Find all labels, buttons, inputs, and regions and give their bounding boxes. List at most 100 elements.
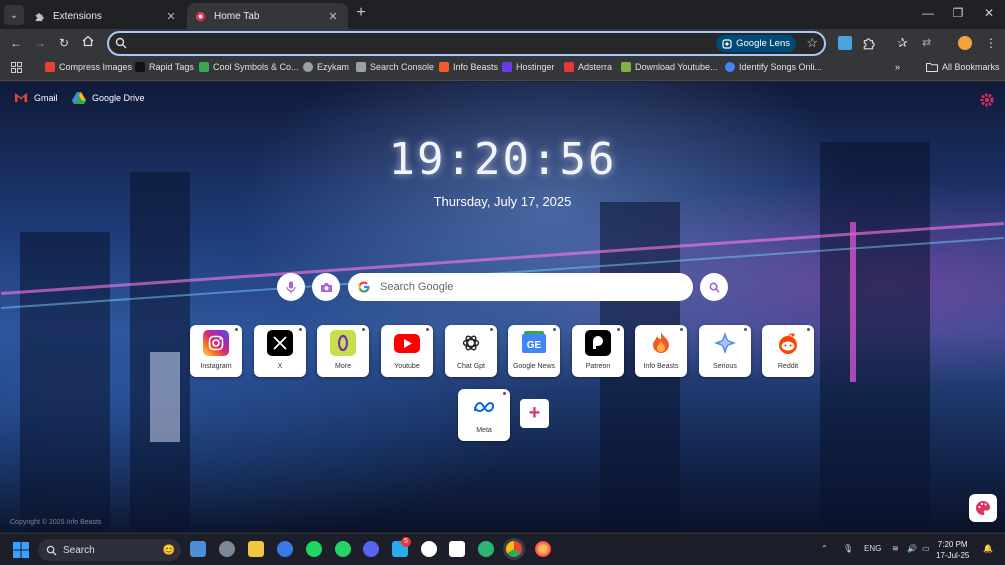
file-explorer-icon[interactable] (248, 541, 264, 557)
palette-icon (976, 501, 990, 515)
volume-icon[interactable]: 🔊 (907, 544, 917, 553)
new-tab-button[interactable]: + (352, 4, 370, 22)
tile-menu-dot[interactable] (426, 328, 429, 331)
translate-button[interactable]: ⇄ (922, 36, 936, 50)
close-window-button[interactable]: ✕ (979, 6, 999, 20)
shortcut-tile-serious[interactable]: Serious (699, 325, 751, 377)
image-search-button[interactable] (312, 273, 340, 301)
all-bookmarks-button[interactable]: All Bookmarks (926, 62, 1000, 72)
notification-badge: 5 (401, 537, 411, 547)
tab-extensions[interactable]: Extensions ✕ (26, 3, 186, 29)
shortcut-tile-youtube[interactable]: Youtube (381, 325, 433, 377)
taskbar-search[interactable]: Search 😊 (38, 539, 181, 561)
microphone-status-icon[interactable]: 🎙 (843, 544, 853, 553)
tile-menu-dot[interactable] (235, 328, 238, 331)
start-button[interactable] (13, 542, 29, 558)
search-input[interactable] (380, 281, 680, 293)
shortcut-tile-meta[interactable]: Meta (458, 389, 510, 441)
bookmarks-overflow-button[interactable]: » (895, 62, 900, 72)
page-settings-button[interactable] (979, 92, 995, 113)
bookmark-favicon-icon (621, 62, 631, 72)
tile-menu-dot[interactable] (362, 328, 365, 331)
star-list-icon: ✰ (897, 35, 908, 50)
tab-home[interactable]: Home Tab ✕ (187, 3, 348, 29)
bookmark-item[interactable]: Identify Songs Onli... (725, 62, 822, 72)
capcut-icon[interactable] (449, 541, 465, 557)
tile-menu-dot[interactable] (299, 328, 302, 331)
reload-button[interactable]: ↻ (56, 35, 72, 51)
show-hidden-icons-button[interactable]: ⌃ (821, 544, 828, 553)
tile-menu-dot[interactable] (490, 328, 493, 331)
tile-menu-dot[interactable] (553, 328, 556, 331)
bookmark-item[interactable]: Info Beasts (439, 62, 498, 72)
firefox-icon[interactable] (535, 541, 551, 557)
google-drive-link[interactable]: Google Drive (72, 92, 145, 104)
notifications-bell-icon[interactable]: 🔔 (983, 544, 993, 553)
bookmark-item[interactable]: Compress Images (45, 62, 132, 72)
gmail-link[interactable]: Gmail (14, 92, 58, 103)
add-shortcut-button[interactable]: + (520, 399, 549, 428)
instagram-icon (203, 330, 229, 356)
shortcut-tile-chatgpt[interactable]: Chat Gpt (445, 325, 497, 377)
settings-app-icon[interactable] (219, 541, 235, 557)
tab-title: Extensions (53, 10, 102, 22)
wifi-icon[interactable]: ≋ (892, 544, 899, 553)
tile-menu-dot[interactable] (503, 392, 506, 395)
close-icon[interactable]: ✕ (164, 10, 178, 23)
widgets-app-icon[interactable] (190, 541, 206, 557)
reddit-icon (775, 330, 801, 356)
edge-icon[interactable] (478, 541, 494, 557)
spotify-icon[interactable] (306, 541, 322, 557)
minimize-button[interactable]: — (918, 6, 938, 20)
shortcut-tile-reddit[interactable]: Reddit (762, 325, 814, 377)
search-submit-button[interactable] (700, 273, 728, 301)
discord-icon[interactable] (363, 541, 379, 557)
bookmark-item[interactable]: Ezykam (303, 62, 349, 72)
battery-icon[interactable]: ▭ (922, 544, 930, 553)
extensions-menu-button[interactable] (862, 36, 876, 50)
tile-menu-dot[interactable] (617, 328, 620, 331)
profile-avatar[interactable] (958, 36, 972, 50)
shortcut-tile-instagram[interactable]: Instagram (190, 325, 242, 377)
extension-icon[interactable] (838, 36, 852, 50)
close-icon[interactable]: ✕ (326, 10, 340, 23)
google-drive-label: Google Drive (92, 93, 145, 103)
tab-search-button[interactable]: ⌄ (4, 5, 24, 25)
bookmark-item[interactable]: Download Youtube... (621, 62, 718, 72)
google-search-box[interactable] (348, 273, 693, 301)
bookmark-label: Cool Symbols & Co... (213, 62, 299, 72)
taskbar-clock[interactable]: 7:20 PM 17-Jul-25 (936, 539, 969, 561)
back-button[interactable]: ← (8, 35, 24, 51)
address-bar[interactable]: Google Lens ☆ (107, 31, 826, 56)
shortcut-tile-more[interactable]: More (317, 325, 369, 377)
tile-menu-dot[interactable] (680, 328, 683, 331)
tile-menu-dot[interactable] (744, 328, 747, 331)
reading-list-button[interactable]: ✰ (897, 36, 911, 50)
shortcut-tile-x[interactable]: X (254, 325, 306, 377)
telegram-icon[interactable]: 5 (392, 537, 411, 557)
home-button[interactable] (80, 35, 96, 51)
tile-label: Reddit (777, 363, 799, 370)
theme-palette-button[interactable] (969, 494, 997, 522)
google-lens-button[interactable]: Google Lens (716, 35, 796, 52)
browser-app-icon[interactable] (277, 541, 293, 557)
bookmark-item[interactable]: Cool Symbols & Co... (199, 62, 299, 72)
voice-search-button[interactable] (277, 273, 305, 301)
chrome-icon[interactable] (506, 541, 522, 557)
chatgpt-app-icon[interactable] (421, 541, 437, 557)
shortcut-tile-google-news[interactable]: GE Google News (508, 325, 560, 377)
browser-menu-button[interactable]: ⋮ (984, 36, 998, 50)
restore-button[interactable]: ❐ (948, 6, 968, 20)
bookmark-item[interactable]: Adsterra (564, 62, 612, 72)
forward-button[interactable]: → (32, 35, 48, 51)
whatsapp-icon[interactable] (335, 541, 351, 557)
shortcut-tile-patreon[interactable]: Patreon (572, 325, 624, 377)
bookmark-item[interactable]: Hostinger (502, 62, 555, 72)
apps-button[interactable] (11, 62, 22, 73)
bookmark-star-button[interactable]: ☆ (806, 35, 818, 51)
shortcut-tile-info-beasts[interactable]: Info Beasts (635, 325, 687, 377)
bookmark-item[interactable]: Rapid Tags (135, 62, 194, 72)
tile-menu-dot[interactable] (807, 328, 810, 331)
bookmark-item[interactable]: Search Console (356, 62, 434, 72)
language-indicator[interactable]: ENG (864, 544, 881, 553)
